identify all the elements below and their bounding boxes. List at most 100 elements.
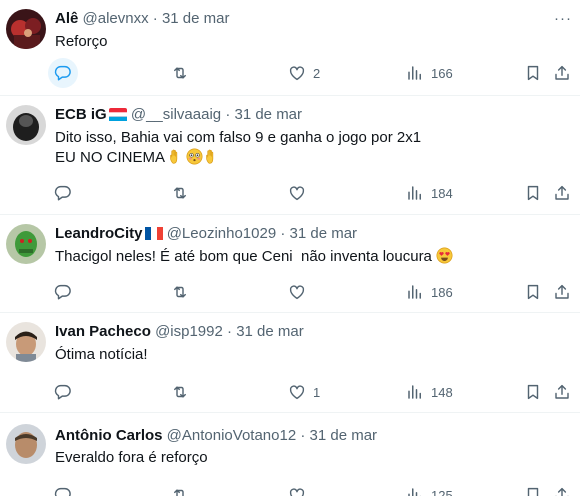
- author-handle[interactable]: @__silvaaaig: [131, 106, 221, 123]
- share-icon: [553, 64, 571, 82]
- views-button[interactable]: 166: [406, 63, 453, 83]
- author-name[interactable]: ECB iG: [55, 106, 107, 123]
- retweet-icon: [171, 64, 189, 82]
- tweet-item[interactable]: LeandroCity @Leozinho1029 · 31 de mar Th…: [0, 215, 580, 313]
- tweet-item[interactable]: ECB iG @__silvaaaig · 31 de mar Dito iss…: [0, 96, 580, 215]
- share-icon: [553, 486, 571, 496]
- retweet-button[interactable]: [171, 282, 189, 302]
- avatar[interactable]: [6, 105, 46, 145]
- tweet-date[interactable]: 31 de mar: [310, 427, 378, 444]
- like-icon: [288, 383, 306, 401]
- author-name[interactable]: Alê: [55, 10, 78, 27]
- views-button[interactable]: 184: [406, 183, 453, 203]
- bookmark-icon: [524, 383, 542, 401]
- author-handle[interactable]: @isp1992: [155, 323, 223, 340]
- views-icon: [406, 486, 424, 496]
- author-name[interactable]: LeandroCity: [55, 225, 143, 242]
- bookmark-button[interactable]: [524, 282, 542, 302]
- tweet-text: Reforço: [55, 33, 108, 50]
- share-button[interactable]: [553, 485, 571, 496]
- author-name[interactable]: Antônio Carlos: [55, 427, 163, 444]
- reply-icon: [54, 383, 72, 401]
- tweet-date[interactable]: 31 de mar: [290, 225, 358, 242]
- share-button[interactable]: [553, 282, 571, 302]
- views-count: 186: [431, 284, 453, 300]
- reply-button[interactable]: [48, 58, 78, 88]
- separator-dot: ·: [280, 225, 286, 242]
- avatar[interactable]: [6, 224, 46, 264]
- like-icon: [288, 486, 306, 496]
- views-button[interactable]: 125: [406, 485, 453, 496]
- retweet-button[interactable]: [171, 183, 189, 203]
- like-icon: [288, 64, 306, 82]
- tweet-date[interactable]: 31 de mar: [234, 106, 302, 123]
- tweet-date[interactable]: 31 de mar: [236, 323, 304, 340]
- author-handle[interactable]: @alevnxx: [83, 10, 149, 27]
- bookmark-button[interactable]: [524, 63, 542, 83]
- like-button[interactable]: [288, 282, 306, 302]
- action-bar: 1 148: [0, 382, 580, 402]
- retweet-button[interactable]: [171, 382, 189, 402]
- reply-icon: [54, 64, 72, 82]
- tweet-date[interactable]: 31 de mar: [162, 10, 230, 27]
- reply-button[interactable]: [54, 282, 72, 302]
- retweet-icon: [171, 486, 189, 496]
- like-button[interactable]: [288, 183, 306, 203]
- views-icon: [406, 283, 424, 301]
- tweet-text-line: Dito isso, Bahia vai com falso 9 e ganha…: [55, 129, 422, 146]
- views-button[interactable]: 148: [406, 382, 453, 402]
- like-button[interactable]: 1: [288, 382, 320, 402]
- tweet-item[interactable]: Alê @alevnxx · 31 de mar ··· Reforço 2 1…: [0, 0, 580, 96]
- tweet-item[interactable]: Ivan Pacheco @isp1992 · 31 de mar Ótima …: [0, 313, 580, 413]
- views-count: 148: [431, 384, 453, 400]
- author-handle[interactable]: @AntonioVotano12: [167, 427, 297, 444]
- reply-feed: Alê @alevnxx · 31 de mar ··· Reforço 2 1…: [0, 0, 580, 496]
- views-icon: [406, 383, 424, 401]
- luxembourg-flag-icon: [108, 108, 127, 121]
- tweet-item[interactable]: Antônio Carlos @AntonioVotano12 · 31 de …: [0, 413, 580, 496]
- tweet-text: Thacigol neles! É até bom que Ceni não i…: [55, 247, 454, 267]
- author-name[interactable]: Ivan Pacheco: [55, 323, 151, 340]
- share-icon: [553, 383, 571, 401]
- share-button[interactable]: [553, 382, 571, 402]
- retweet-button[interactable]: [171, 485, 189, 496]
- share-icon: [553, 184, 571, 202]
- reply-icon: [54, 283, 72, 301]
- views-button[interactable]: 186: [406, 282, 453, 302]
- bookmark-icon: [524, 64, 542, 82]
- more-options-icon[interactable]: ···: [554, 9, 572, 29]
- views-count: 166: [431, 65, 453, 81]
- like-count: 1: [313, 384, 321, 400]
- retweet-icon: [171, 283, 189, 301]
- tweet-text: Ótima notícia!: [55, 346, 148, 363]
- tweet-text: Everaldo fora é reforço: [55, 449, 208, 466]
- avatar[interactable]: [6, 424, 46, 464]
- views-count: 184: [431, 185, 453, 201]
- views-icon: [406, 64, 424, 82]
- reply-button[interactable]: [54, 183, 72, 203]
- retweet-button[interactable]: [171, 63, 189, 83]
- action-bar: 125: [0, 485, 580, 496]
- like-button[interactable]: 2: [288, 63, 320, 83]
- separator-dot: ·: [227, 323, 233, 340]
- share-icon: [553, 283, 571, 301]
- reply-button[interactable]: [54, 382, 72, 402]
- like-button[interactable]: [288, 485, 306, 496]
- bookmark-button[interactable]: [524, 183, 542, 203]
- action-bar: 184: [0, 183, 580, 203]
- avatar[interactable]: [6, 9, 46, 49]
- reply-button[interactable]: [54, 485, 72, 496]
- retweet-icon: [171, 383, 189, 401]
- avatar[interactable]: [6, 322, 46, 362]
- reply-icon: [54, 486, 72, 496]
- bookmark-button[interactable]: [524, 485, 542, 496]
- bookmark-button[interactable]: [524, 382, 542, 402]
- reply-icon: [54, 184, 72, 202]
- raised-hand-emoji-icon: [204, 148, 221, 165]
- share-button[interactable]: [553, 183, 571, 203]
- bookmark-icon: [524, 184, 542, 202]
- action-bar: 2 166: [0, 58, 580, 88]
- separator-dot: ·: [152, 10, 158, 27]
- author-handle[interactable]: @Leozinho1029: [167, 225, 276, 242]
- share-button[interactable]: [553, 63, 571, 83]
